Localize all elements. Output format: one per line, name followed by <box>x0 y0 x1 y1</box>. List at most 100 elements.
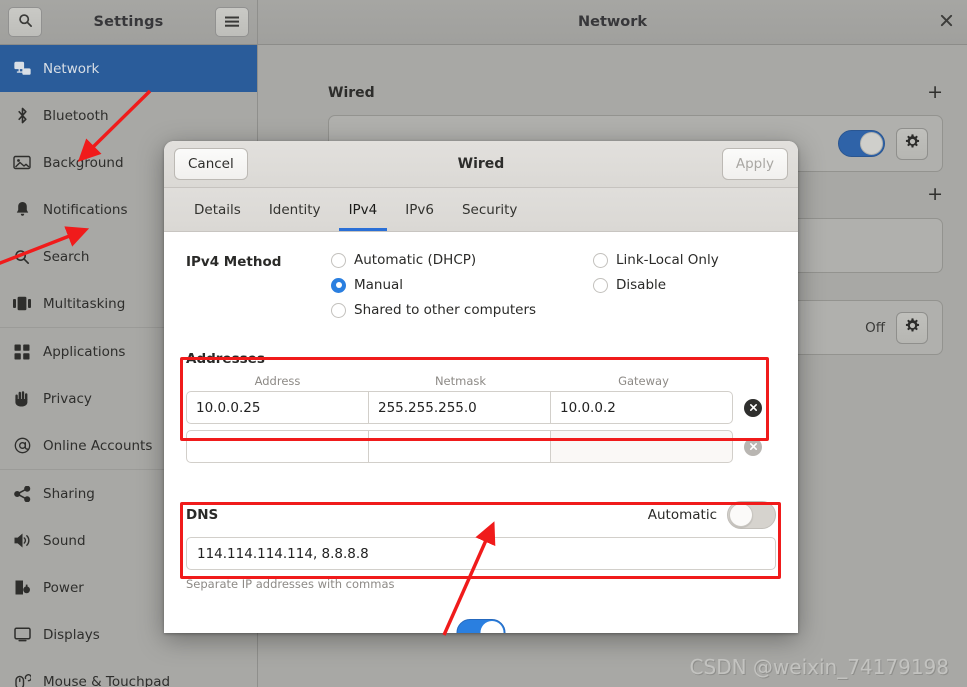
dns-servers-input[interactable]: 114.114.114.114, 8.8.8.8 <box>186 537 776 570</box>
dialog-content: IPv4 Method Automatic (DHCP) Manual Shar… <box>164 232 798 633</box>
ipv4-method-options-right: Link-Local Only Disable <box>593 252 719 318</box>
wired-settings-button[interactable] <box>896 127 928 160</box>
radio-label: Shared to other computers <box>354 302 537 318</box>
gear-icon <box>905 134 920 153</box>
delete-icon <box>744 398 762 417</box>
sidebar-item-label: Background <box>43 154 124 171</box>
column-header-gateway: Gateway <box>618 374 669 388</box>
dns-title: DNS <box>186 507 219 523</box>
bell-icon <box>9 201 35 218</box>
gateway-input-1[interactable]: 10.0.0.2 <box>550 391 733 424</box>
addresses-column-headers: Address Netmask Gateway <box>186 374 776 388</box>
monitor-icon <box>9 627 35 642</box>
radio-manual[interactable]: Manual <box>331 277 593 293</box>
radio-icon-selected <box>331 277 346 293</box>
hamburger-icon <box>224 13 240 32</box>
search-icon <box>9 249 35 265</box>
column-header-netmask: Netmask <box>434 374 487 388</box>
sidebar-item-mouse-touchpad[interactable]: Mouse & Touchpad <box>0 658 257 687</box>
page-title: Network <box>577 14 648 30</box>
addresses-title: Addresses <box>186 351 265 367</box>
grid-icon <box>9 344 35 360</box>
sidebar-item-network[interactable]: Network <box>0 45 257 92</box>
sidebar-item-label: Network <box>43 60 100 77</box>
radio-icon <box>331 252 346 268</box>
gear-icon <box>905 318 920 337</box>
delete-address-button-1[interactable] <box>733 391 773 424</box>
dns-hint: Separate IP addresses with commas <box>186 577 395 591</box>
ipv4-method-options-left: Automatic (DHCP) Manual Shared to other … <box>331 252 593 318</box>
mouse-icon <box>9 673 35 687</box>
network-icon <box>9 61 35 76</box>
main-menu-button[interactable] <box>215 7 249 37</box>
close-button[interactable] <box>940 14 953 30</box>
radio-disable[interactable]: Disable <box>593 277 719 293</box>
tab-identity[interactable]: Identity <box>255 188 335 231</box>
tab-security[interactable]: Security <box>448 188 531 231</box>
dialog-tabs: Details Identity IPv4 IPv6 Security <box>164 188 798 232</box>
sidebar-item-label: Online Accounts <box>43 437 153 454</box>
sidebar-item-label: Applications <box>43 343 126 360</box>
speaker-icon <box>9 533 35 548</box>
gateway-input-2[interactable] <box>550 430 733 463</box>
wired-toggle[interactable] <box>838 130 885 157</box>
share-icon <box>9 485 35 502</box>
tab-ipv6[interactable]: IPv6 <box>391 188 448 231</box>
sidebar-item-label: Multitasking <box>43 295 126 312</box>
battery-icon <box>9 579 35 596</box>
dns-section: DNS Automatic 114.114.114.114, 8.8.8.8 S… <box>186 501 776 591</box>
titlebar-right: Network <box>258 0 967 44</box>
netmask-input-2[interactable] <box>368 430 551 463</box>
sidebar-item-label: Sound <box>43 532 86 549</box>
routes-automatic-toggle[interactable] <box>456 619 506 633</box>
ipv4-method-label: IPv4 Method <box>186 254 282 270</box>
wired-settings-dialog: Cancel Wired Apply Details Identity IPv4… <box>164 141 798 633</box>
hand-icon <box>9 390 35 407</box>
radio-shared-to-other-computers[interactable]: Shared to other computers <box>331 302 593 318</box>
wired-section-header: Wired + <box>328 83 943 102</box>
add-wired-button[interactable]: + <box>927 83 943 102</box>
address-input-2[interactable] <box>186 430 369 463</box>
sidebar-item-label: Search <box>43 248 90 265</box>
column-header-address: Address <box>254 374 301 388</box>
at-icon <box>9 437 35 454</box>
cancel-button[interactable]: Cancel <box>174 148 248 180</box>
delete-address-button-2[interactable] <box>733 430 773 463</box>
sidebar-item-label: Sharing <box>43 485 95 502</box>
image-icon <box>9 155 35 170</box>
radio-icon <box>593 252 608 268</box>
dns-automatic-label: Automatic <box>647 507 717 523</box>
dns-automatic-toggle[interactable] <box>727 501 776 529</box>
radio-icon <box>331 302 346 318</box>
sidebar-item-label: Mouse & Touchpad <box>43 673 171 687</box>
radio-icon <box>593 277 608 293</box>
search-icon <box>18 13 33 32</box>
watermark: CSDN @weixin_74179198 <box>689 655 949 679</box>
apply-button[interactable]: Apply <box>721 148 788 180</box>
tab-ipv4[interactable]: IPv4 <box>335 188 392 231</box>
sidebar-item-bluetooth[interactable]: Bluetooth <box>0 92 257 139</box>
radio-link-local-only[interactable]: Link-Local Only <box>593 252 719 268</box>
search-button[interactable] <box>8 7 42 37</box>
proxy-settings-button[interactable] <box>896 311 928 344</box>
netmask-input-1[interactable]: 255.255.255.0 <box>368 391 551 424</box>
add-vpn-button[interactable]: + <box>927 185 943 204</box>
radio-automatic-dhcp[interactable]: Automatic (DHCP) <box>331 252 593 268</box>
radio-label: Manual <box>354 277 404 293</box>
sidebar-item-label: Notifications <box>43 201 128 218</box>
dialog-title: Wired <box>457 156 505 172</box>
bluetooth-icon <box>9 107 35 124</box>
radio-label: Disable <box>616 277 667 293</box>
proxy-status: Off <box>865 319 885 336</box>
radio-label: Link-Local Only <box>616 252 719 268</box>
table-row <box>186 430 776 463</box>
sidebar-item-label: Displays <box>43 626 100 643</box>
addresses-section: Addresses Address Netmask Gateway 10.0.0… <box>186 351 776 463</box>
tab-details[interactable]: Details <box>180 188 255 231</box>
titlebar-left: Settings <box>0 0 258 44</box>
sidebar-item-label: Bluetooth <box>43 107 109 124</box>
delete-icon <box>744 437 762 456</box>
titlebar: Settings Network <box>0 0 967 45</box>
radio-label: Automatic (DHCP) <box>354 252 477 268</box>
address-input-1[interactable]: 10.0.0.25 <box>186 391 369 424</box>
